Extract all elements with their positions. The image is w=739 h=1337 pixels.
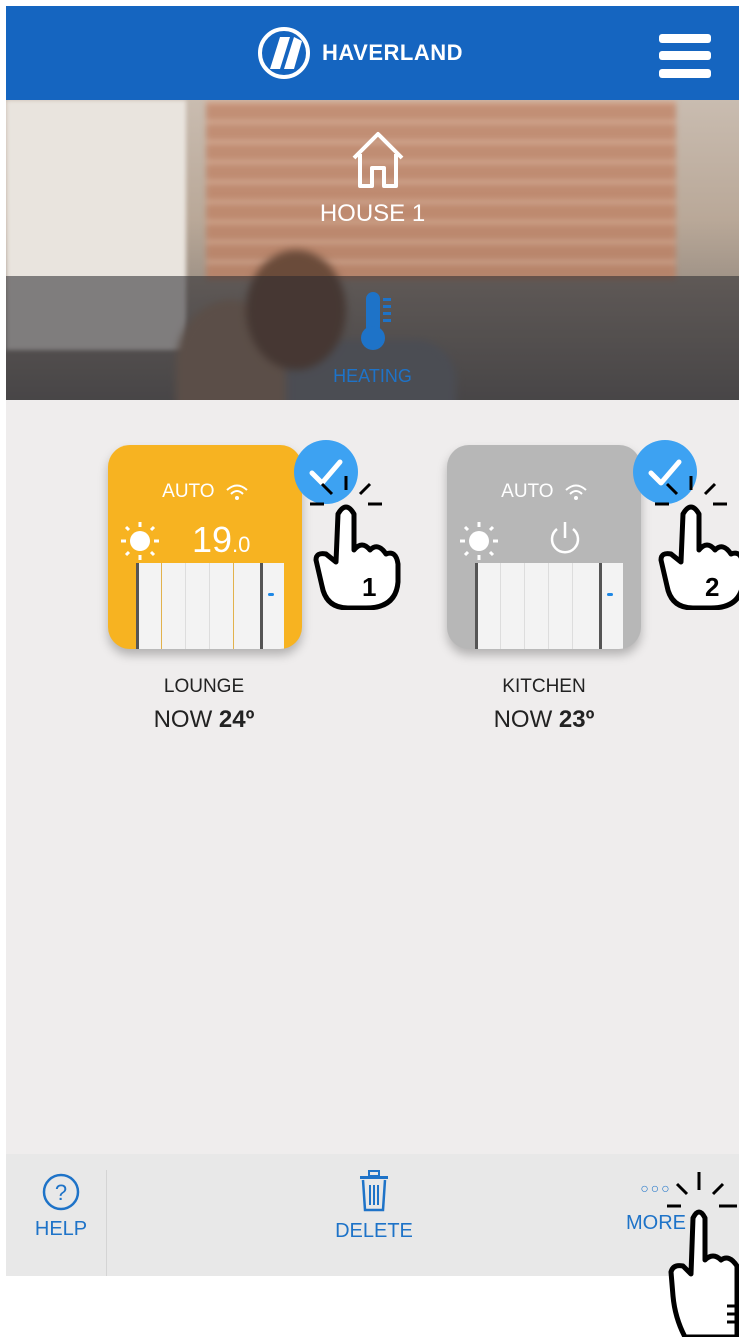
thermometer-icon[interactable] [356, 288, 396, 354]
tap-hand-icon: 1 [310, 476, 401, 610]
power-icon [550, 522, 580, 554]
now-temp-value: 24º [218, 706, 255, 733]
delete-button[interactable]: DELETE [326, 1170, 422, 1243]
sun-icon [460, 522, 498, 560]
setpoint-integer: 19 [192, 519, 233, 560]
setpoint-decimal: .0 [232, 532, 251, 557]
radiator-led [268, 593, 274, 596]
wifi-icon [226, 484, 248, 500]
tap-badge-1: 1 [362, 572, 376, 602]
radiator-illustration [136, 563, 284, 649]
radiator-illustration [475, 563, 623, 649]
device-current-temp-lounge: NOW 24º [104, 706, 304, 734]
now-prefix: NOW [153, 706, 213, 733]
radiator-led [607, 593, 613, 596]
delete-label: DELETE [335, 1220, 413, 1242]
house-icon[interactable] [348, 128, 408, 190]
device-grid: AUTO 19.0 LOUNGE NOW 24º AUTO KITCHEN NO… [6, 400, 739, 1154]
device-mode-label: AUTO [501, 481, 554, 502]
haverland-logo [258, 27, 310, 79]
tap-hand-icon: 2 [655, 476, 739, 610]
section-heating-label[interactable]: HEATING [6, 366, 739, 387]
setpoint-temperature: 19.0 [192, 519, 250, 561]
svg-text:?: ? [55, 1180, 67, 1205]
device-current-temp-kitchen: NOW 23º [444, 706, 644, 734]
device-mode-label: AUTO [162, 481, 215, 502]
device-card-kitchen[interactable]: AUTO [447, 445, 641, 649]
device-name-lounge: LOUNGE [163, 676, 245, 697]
toolbar-divider [106, 1170, 107, 1276]
tap-hand-icon [667, 1172, 739, 1337]
device-mode: AUTO [447, 481, 641, 503]
device-name-kitchen: KITCHEN [502, 676, 586, 697]
help-label: HELP [34, 1218, 88, 1240]
app-header: HAVERLAND [6, 6, 739, 100]
device-card-lounge[interactable]: AUTO 19.0 [108, 445, 302, 649]
sun-icon [121, 522, 159, 560]
house-name[interactable]: HOUSE 1 [6, 200, 739, 228]
bottom-toolbar: ? HELP DELETE ○○○ MORE [6, 1154, 739, 1276]
hamburger-menu-icon[interactable] [659, 34, 711, 78]
help-icon: ? [42, 1173, 80, 1211]
now-prefix: NOW [493, 706, 553, 733]
brand: HAVERLAND [256, 26, 463, 80]
help-button[interactable]: ? HELP [26, 1172, 96, 1241]
house-hero-banner: HOUSE 1 HEATING [6, 100, 739, 400]
brand-name: HAVERLAND [322, 40, 463, 65]
device-mode: AUTO [108, 481, 302, 503]
now-temp-value: 23º [558, 706, 595, 733]
trash-icon [360, 1170, 388, 1212]
hero-photo-wall [206, 100, 676, 280]
tap-badge-2: 2 [705, 572, 719, 602]
wifi-icon [565, 484, 587, 500]
